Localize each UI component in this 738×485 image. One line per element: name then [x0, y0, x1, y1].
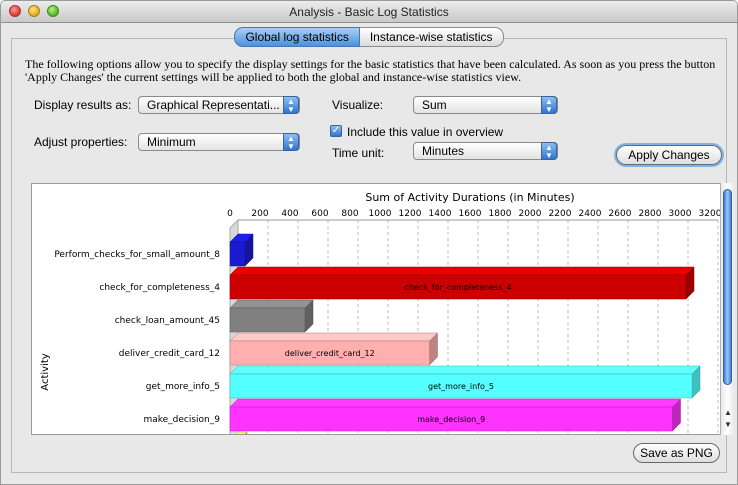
time-unit-select[interactable]: Minutes ▲ ▼ — [413, 142, 558, 160]
adjust-properties-value: Minimum — [147, 135, 196, 149]
category-label: make_decision_9 — [143, 415, 220, 425]
time-unit-label: Time unit: — [332, 146, 385, 160]
y-axis-label: Activity — [40, 353, 51, 390]
updown-arrows-icon: ▲ ▼ — [541, 96, 557, 114]
x-tick-label: 200 — [251, 209, 268, 219]
display-results-label: Display results as: — [34, 98, 132, 112]
display-results-value: Graphical Representati... — [147, 98, 280, 112]
chart-title: Sum of Activity Durations (in Minutes) — [365, 191, 574, 204]
x-tick-label: 3200 — [699, 209, 721, 219]
bar-data-label: check_for_completeness_4 — [404, 283, 511, 292]
x-tick-label: 1600 — [459, 209, 482, 219]
title-bar: Analysis - Basic Log Statistics — [1, 1, 737, 23]
analysis-window: Analysis - Basic Log Statistics Global l… — [0, 0, 738, 485]
x-tick-label: 1000 — [369, 209, 392, 219]
bar-top — [229, 266, 695, 276]
x-tick-label: 800 — [341, 209, 358, 219]
adjust-properties-select[interactable]: Minimum ▲ ▼ — [138, 133, 300, 151]
bar-top — [229, 299, 314, 309]
x-tick-label: 1400 — [429, 209, 452, 219]
window-title: Analysis - Basic Log Statistics — [289, 5, 449, 19]
description-text: The following options allow you to speci… — [25, 57, 716, 84]
time-unit-value: Minutes — [422, 144, 465, 158]
category-label: Perform_checks_for_small_amount_8 — [54, 250, 220, 260]
x-tick-label: 1200 — [399, 209, 422, 219]
chart-area: Sum of Activity Durations (in Minutes) Ac… — [31, 183, 734, 435]
x-tick-label: 2600 — [609, 209, 632, 219]
tab-instance-wise-statistics[interactable]: Instance-wise statistics — [359, 27, 504, 47]
x-tick-label: 0 — [227, 209, 233, 219]
updown-arrows-icon: ▲ ▼ — [283, 96, 299, 114]
include-in-overview-label: Include this value in overview — [347, 125, 504, 139]
save-as-png-button[interactable]: Save as PNG — [633, 443, 720, 463]
apply-changes-button[interactable]: Apply Changes — [616, 145, 722, 165]
updown-arrows-icon: ▲ ▼ — [283, 133, 299, 151]
adjust-properties-label: Adjust properties: — [34, 135, 128, 149]
bar — [229, 307, 306, 333]
updown-arrows-icon: ▲ ▼ — [541, 142, 557, 160]
x-tick-label: 2000 — [519, 209, 542, 219]
bar-top — [229, 398, 682, 408]
visualize-label: Visualize: — [332, 98, 384, 112]
tab-bar: Global log statistics Instance-wise stati… — [1, 27, 737, 47]
bar-data-label: deliver_credit_card_12 — [285, 349, 375, 358]
visualize-select[interactable]: Sum ▲ ▼ — [413, 96, 558, 114]
x-tick-label: 2200 — [549, 209, 572, 219]
bar-top — [229, 332, 439, 342]
x-tick-label: 600 — [311, 209, 328, 219]
bar — [229, 241, 246, 267]
scroll-thumb[interactable] — [723, 189, 732, 385]
category-label: deliver_credit_card_12 — [119, 349, 220, 359]
scroll-down-arrow-icon[interactable]: ▼ — [722, 419, 734, 431]
scroll-up-arrow-icon[interactable]: ▲ — [722, 407, 734, 419]
display-results-select[interactable]: Graphical Representati... ▲ ▼ — [138, 96, 300, 114]
include-in-overview-checkbox[interactable]: ✓ — [330, 125, 342, 137]
category-label: check_loan_amount_45 — [115, 316, 220, 326]
x-tick-label: 3000 — [669, 209, 692, 219]
checkmark-icon: ✓ — [331, 125, 341, 136]
bar-chart: Sum of Activity Durations (in Minutes) Ac… — [40, 191, 721, 434]
category-label: get_more_info_5 — [146, 382, 220, 392]
x-tick-label: 2400 — [579, 209, 602, 219]
x-tick-label: 2800 — [639, 209, 662, 219]
x-tick-label: 1800 — [489, 209, 512, 219]
x-tick-label: 400 — [281, 209, 298, 219]
tab-global-log-statistics[interactable]: Global log statistics — [234, 27, 360, 47]
bar-data-label: make_decision_9 — [417, 415, 485, 424]
bar-top — [229, 365, 701, 375]
visualize-value: Sum — [422, 98, 447, 112]
bar-data-label: get_more_info_5 — [428, 382, 494, 391]
category-label: check_for_completeness_4 — [99, 283, 220, 293]
chart-scrollbar[interactable]: ▲ ▼ — [720, 183, 734, 435]
